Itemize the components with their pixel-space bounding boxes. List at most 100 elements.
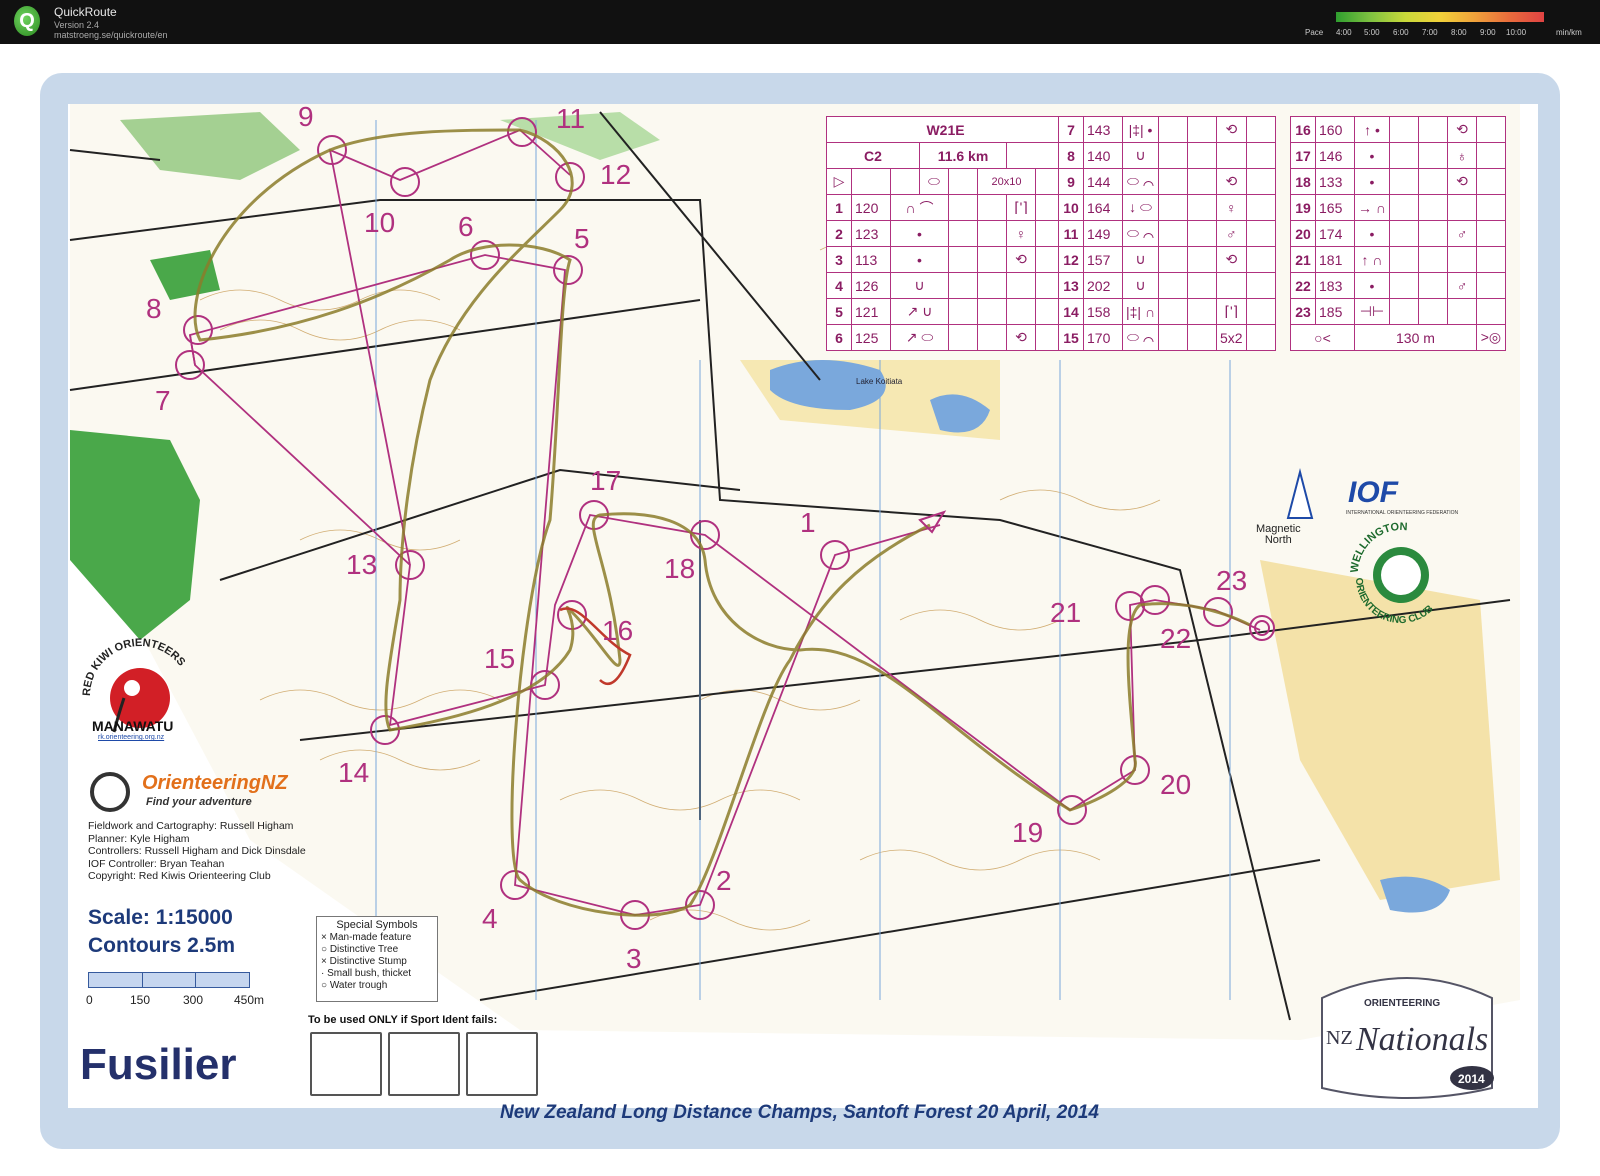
control-feature: |‡| • <box>1121 116 1160 143</box>
control-feature: ∪ <box>1121 142 1160 169</box>
control-number: 3 <box>826 246 852 273</box>
control-code: 144 <box>1083 168 1123 195</box>
control-feature: • <box>890 220 949 247</box>
control-cell <box>1417 220 1448 247</box>
control-cell <box>948 272 978 299</box>
control-number-label: 11 <box>556 103 585 134</box>
control-cell <box>1388 272 1419 299</box>
red-kiwi-url[interactable]: rk.orienteering.org.nz <box>98 734 164 741</box>
control-cell <box>1245 142 1276 169</box>
control-feature: ↑ ∩ <box>1354 246 1390 273</box>
control-number: 2 <box>826 220 852 247</box>
control-code: 157 <box>1083 246 1123 273</box>
start-size: 20x10 <box>977 168 1036 195</box>
control-code: 146 <box>1315 142 1355 169</box>
control-number: 17 <box>1290 142 1316 169</box>
control-number: 7 <box>1058 116 1084 143</box>
control-detail: 5x2 <box>1216 324 1247 351</box>
control-cell <box>1245 246 1276 273</box>
control-detail: ⟲ <box>1216 246 1247 273</box>
control-feature: ⬭ ⌒ <box>1121 324 1160 351</box>
control-number: 8 <box>1058 142 1084 169</box>
control-row: 18 133 • ⟲ <box>1290 168 1506 195</box>
control-row: 23 185 ⊣⊢ <box>1290 298 1506 325</box>
control-number: 5 <box>826 298 852 325</box>
control-number-label: 7 <box>155 385 171 416</box>
control-detail <box>1006 272 1036 299</box>
control-row: 20 174 • ♂ <box>1290 220 1506 247</box>
control-cell <box>948 324 978 351</box>
control-cell <box>977 324 1007 351</box>
control-row: 15 170 ⬭ ⌒ 5x2 <box>1058 324 1276 351</box>
control-number-label: 8 <box>146 293 162 324</box>
control-code: 181 <box>1315 246 1355 273</box>
punch-box <box>388 1032 460 1096</box>
control-cell <box>1417 116 1448 143</box>
control-row: 13 202 ∪ <box>1058 272 1276 299</box>
control-cell <box>1245 168 1276 195</box>
control-cell <box>1417 272 1448 299</box>
control-code: 120 <box>851 194 891 221</box>
control-cell <box>1417 168 1448 195</box>
control-feature: ↓ ⬭ <box>1121 194 1160 221</box>
control-feature: ⬭ ⌒ <box>1121 168 1160 195</box>
control-number: 12 <box>1058 246 1084 273</box>
control-number-label: 14 <box>338 757 369 788</box>
control-number-label: 10 <box>364 207 395 238</box>
control-row: 7 143 |‡| • ⟲ <box>1058 116 1276 143</box>
control-cell <box>1417 142 1448 169</box>
svg-text:Nationals: Nationals <box>1355 1021 1488 1058</box>
control-descriptions-3: 16 160 ↑ • ⟲ 17 146 • ♁ 18 133 • ⟲ 19 165 → ∩ 20 174 • ♂ 21… <box>1290 116 1506 351</box>
control-feature: ↗ ⬭ <box>890 324 949 351</box>
svg-text:2014: 2014 <box>1458 1072 1485 1086</box>
control-row: 16 160 ↑ • ⟲ <box>1290 116 1506 143</box>
control-number-label: 18 <box>664 553 695 584</box>
red-kiwi-manawatu: MANAWATU <box>92 718 174 734</box>
control-number-label: 6 <box>458 211 474 242</box>
control-cell <box>1245 194 1276 221</box>
control-cell <box>1187 298 1218 325</box>
control-detail: ♂ <box>1216 220 1247 247</box>
control-cell <box>1245 220 1276 247</box>
control-cell <box>1388 168 1419 195</box>
control-number-label: 15 <box>484 643 515 674</box>
control-cell <box>1475 298 1506 325</box>
control-number-label: 4 <box>482 903 498 934</box>
control-number: 22 <box>1290 272 1316 299</box>
control-feature: ∪ <box>1121 246 1160 273</box>
compass-icon <box>90 772 130 812</box>
nz-nationals-logo: ORIENTEERING NZ Nationals 2014 <box>1312 968 1502 1108</box>
control-cell <box>1475 272 1506 299</box>
control-detail <box>1216 272 1247 299</box>
control-feature: ∩ ⌒ <box>890 194 949 221</box>
control-cell <box>1187 116 1218 143</box>
control-code: 121 <box>851 298 891 325</box>
control-cell <box>948 298 978 325</box>
control-number-label: 17 <box>590 465 621 496</box>
sport-ident-note: To be used ONLY if Sport Ident fails: <box>308 1014 498 1026</box>
control-row: 11 149 ⬭ ⌒ ♂ <box>1058 220 1276 247</box>
control-cell <box>1158 272 1189 299</box>
control-cell <box>1417 298 1448 325</box>
map-name: Fusilier <box>80 1040 237 1089</box>
control-number-label: 23 <box>1216 565 1247 596</box>
course-code: C2 <box>826 142 920 169</box>
cd-rows-3: 16 160 ↑ • ⟲ 17 146 • ♁ 18 133 • ⟲ 19 165 → ∩ 20 174 • ♂ 21… <box>1290 116 1506 325</box>
control-detail <box>1006 298 1036 325</box>
control-row: 4 126 ∪ <box>826 272 1065 299</box>
control-cell <box>1158 116 1189 143</box>
control-row: 1 120 ∩ ⌒ ⌈'⌉ <box>826 194 1065 221</box>
control-row: 8 140 ∪ <box>1058 142 1276 169</box>
control-cell <box>977 298 1007 325</box>
control-cell <box>1245 272 1276 299</box>
control-code: 158 <box>1083 298 1123 325</box>
control-number: 20 <box>1290 220 1316 247</box>
control-number: 1 <box>826 194 852 221</box>
control-feature: • <box>1354 142 1390 169</box>
control-feature: ⬭ ⌒ <box>1121 220 1160 247</box>
control-cell <box>1187 246 1218 273</box>
control-cell <box>1158 168 1189 195</box>
control-cell <box>1417 246 1448 273</box>
control-cell <box>1475 168 1506 195</box>
control-code: 185 <box>1315 298 1355 325</box>
